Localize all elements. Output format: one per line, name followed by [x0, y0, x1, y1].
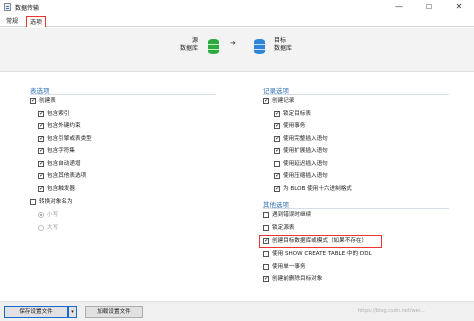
- tab-bar: 常规 选项: [0, 15, 474, 27]
- checkbox-icon: [263, 225, 269, 231]
- checkbox-icon: [38, 185, 44, 193]
- checkbox-icon: [274, 185, 280, 193]
- transfer-header: 源 数据库 ➔ 目标 数据库: [0, 28, 474, 72]
- title-bar: 数据传输 — ☐ ✕: [0, 0, 474, 14]
- checkbox-icon: [274, 135, 280, 143]
- target-label: 目标 数据库: [274, 37, 293, 52]
- checkbox-icon: [274, 161, 280, 167]
- app-icon: [4, 3, 11, 11]
- checkbox-icon: [38, 172, 44, 180]
- table-options-divider: [30, 94, 216, 95]
- checkbox-icon: [38, 122, 44, 130]
- maximize-button[interactable]: ☐: [414, 0, 444, 14]
- window-title: 数据传输: [15, 5, 40, 12]
- minimize-button[interactable]: —: [384, 0, 414, 14]
- checkbox-icon: [38, 110, 44, 118]
- arrow-right-icon: ➔: [230, 39, 236, 47]
- checkbox-icon: [263, 97, 269, 105]
- tab-options[interactable]: 选项: [26, 16, 47, 27]
- source-label: 源 数据库: [179, 37, 198, 52]
- checkbox-icon: [274, 110, 280, 118]
- chevron-down-icon[interactable]: ▾: [68, 306, 77, 318]
- checkbox-icon: [263, 264, 269, 270]
- tab-general[interactable]: 常规: [3, 16, 21, 27]
- save-settings-button[interactable]: 保存设置文件: [4, 306, 68, 318]
- radio-icon: [38, 225, 44, 231]
- checkbox-icon: [263, 212, 269, 218]
- checkbox-icon: [263, 275, 269, 283]
- checkbox-icon: [30, 97, 36, 105]
- checkbox-icon: [38, 160, 44, 168]
- checkbox-icon: [38, 135, 44, 143]
- checkbox-icon: [38, 147, 44, 155]
- checkbox-icon: [274, 147, 280, 155]
- checkbox-icon: [30, 199, 36, 205]
- checkbox-icon: [274, 122, 280, 130]
- checkbox-icon: [263, 251, 269, 257]
- source-database-icon: [208, 39, 219, 54]
- checkbox-icon: [274, 172, 280, 180]
- radio-icon: [38, 212, 44, 218]
- load-settings-button[interactable]: 加载设置文件: [85, 306, 143, 318]
- other-options-divider: [263, 208, 449, 209]
- checkbox-icon: [263, 237, 269, 245]
- record-options-divider: [263, 94, 449, 95]
- target-database-icon: [254, 39, 265, 54]
- close-button[interactable]: ✕: [444, 0, 474, 14]
- watermark-text: https://blog.csdn.net/wei...: [358, 308, 425, 314]
